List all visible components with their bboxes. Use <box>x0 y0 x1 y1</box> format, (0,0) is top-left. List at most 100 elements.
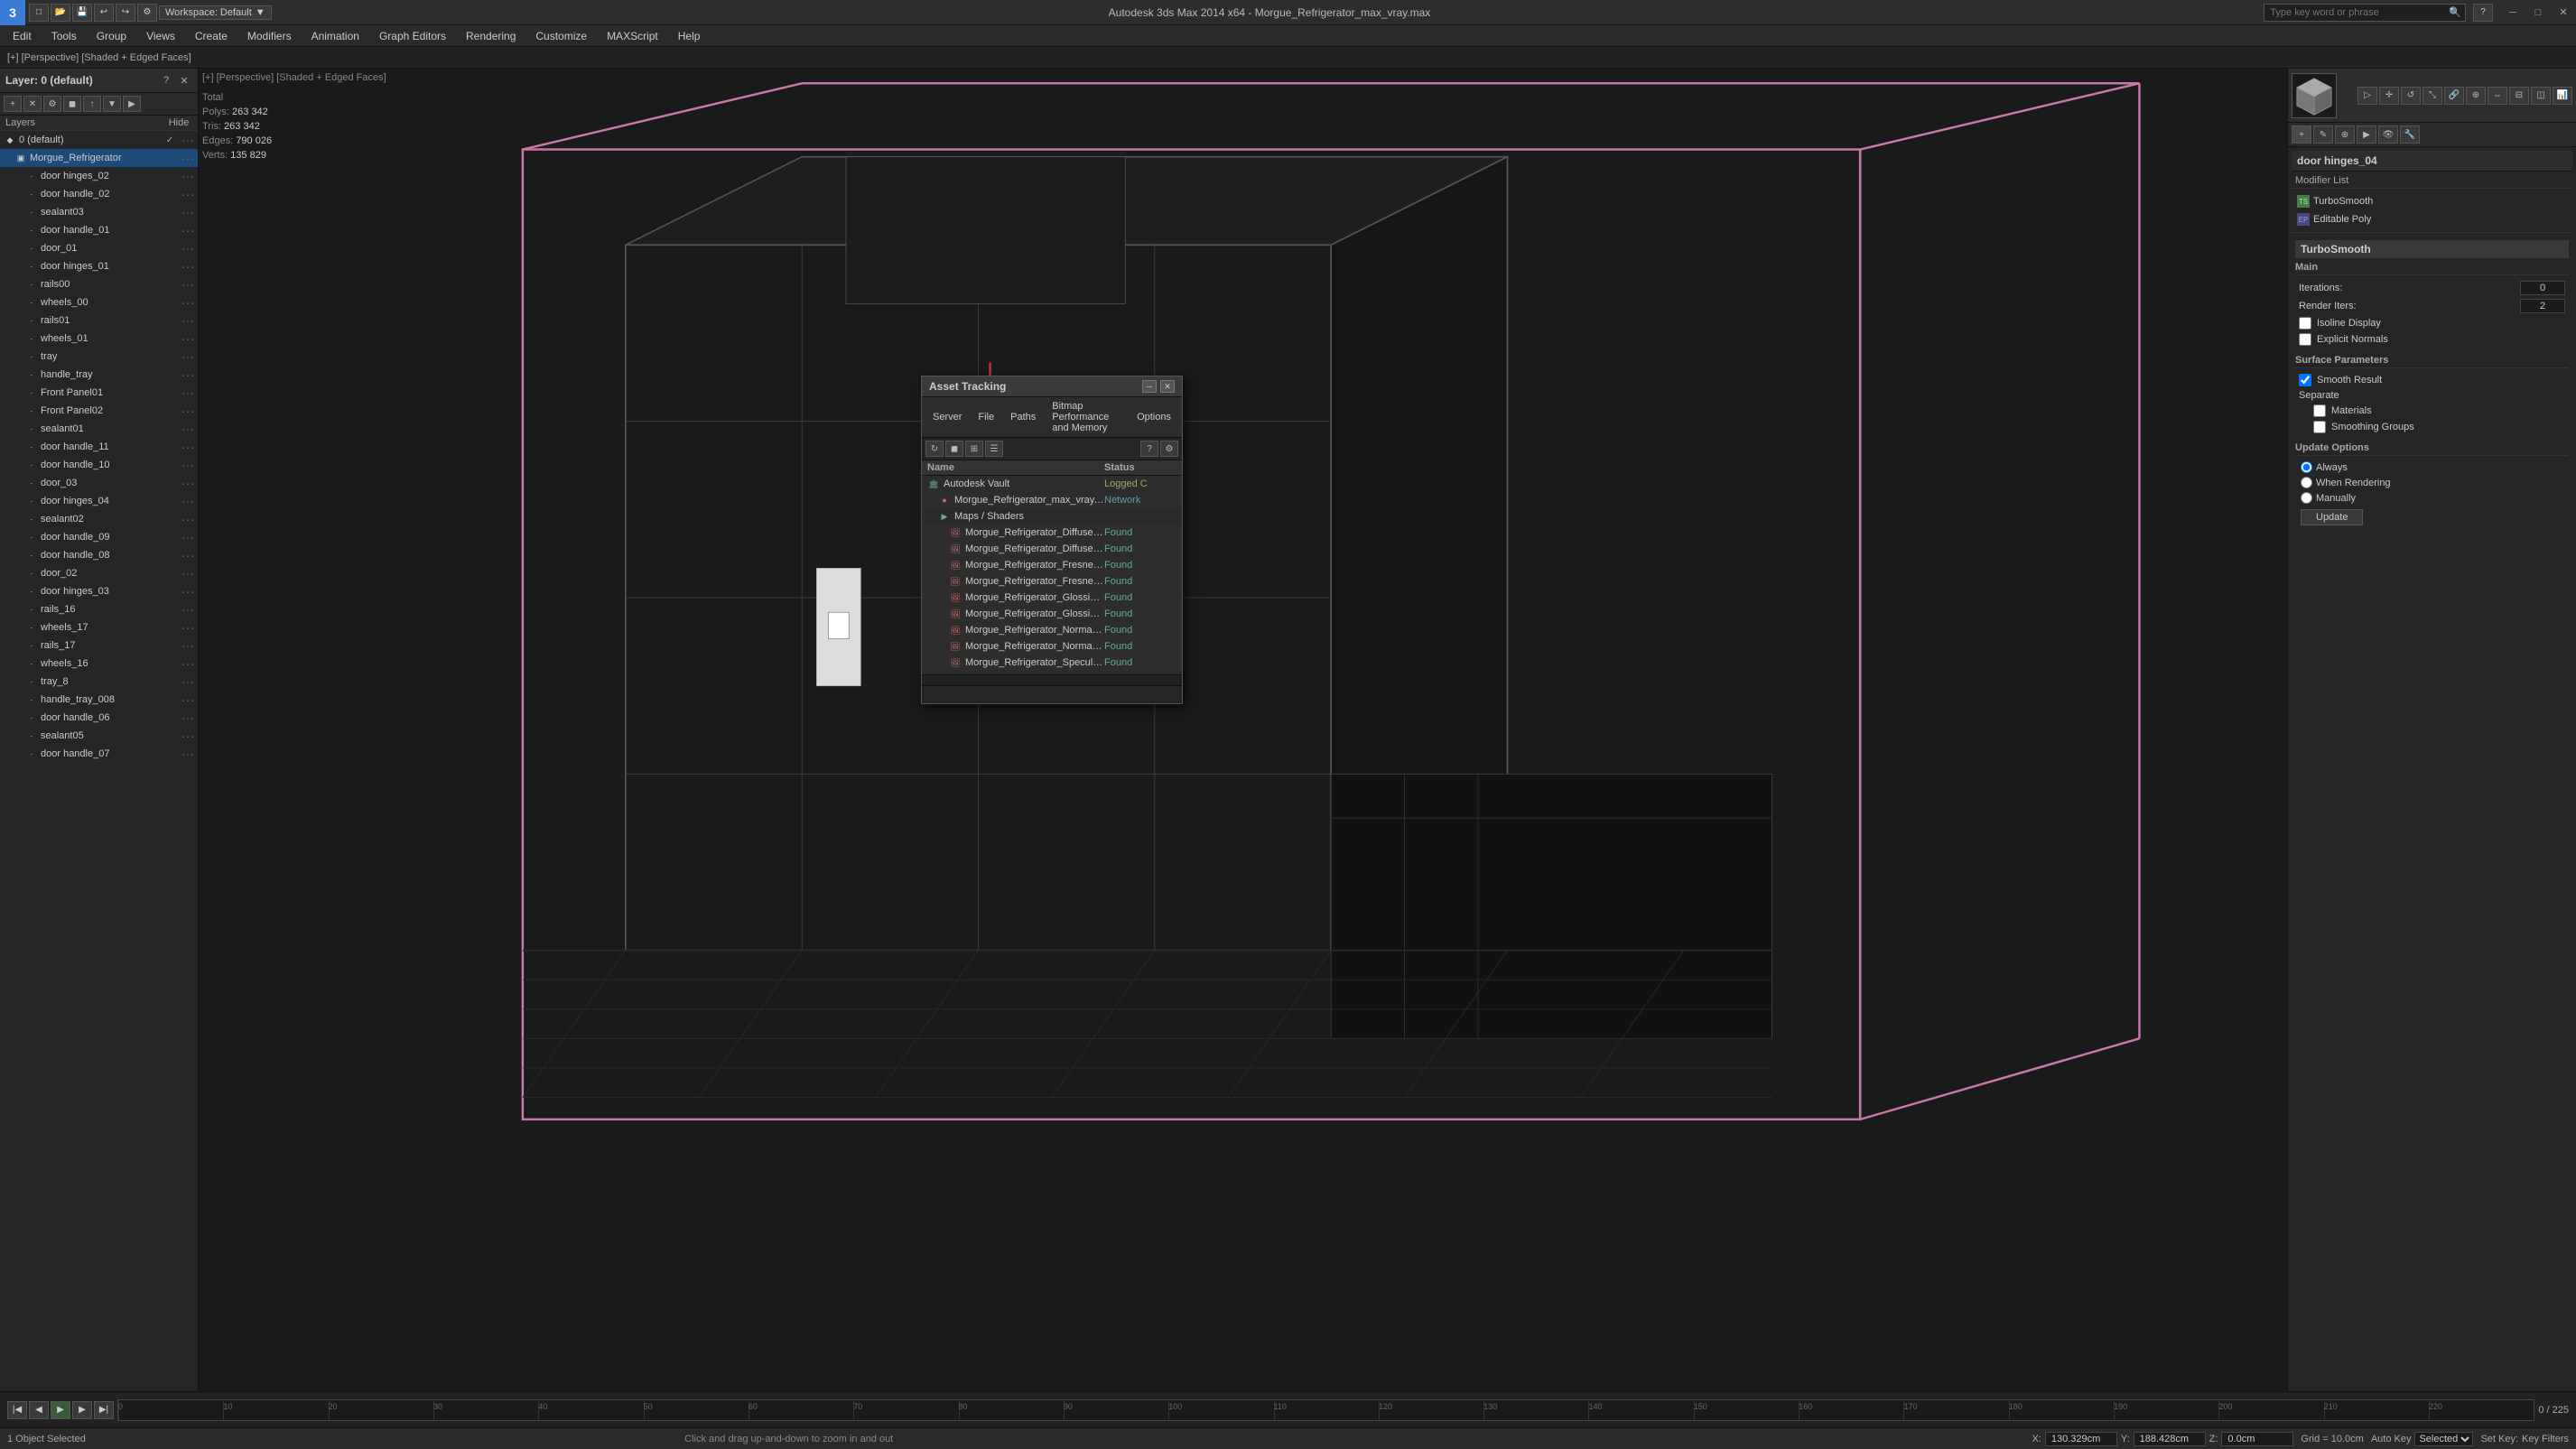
asset-panel-minimize[interactable]: ─ <box>1142 380 1157 393</box>
rp-snap-button[interactable]: ⊕ <box>2466 87 2486 105</box>
rp-link-button[interactable]: 🔗 <box>2444 87 2464 105</box>
asset-list-button[interactable]: ☰ <box>985 441 1003 457</box>
always-radio[interactable] <box>2301 461 2312 473</box>
menu-tools[interactable]: Tools <box>42 28 86 44</box>
x-value[interactable]: 130.329cm <box>2045 1432 2117 1446</box>
asset-row[interactable]: ▶ Maps / Shaders <box>922 508 1182 525</box>
layer-item[interactable]: · rails00 ··· <box>0 275 198 293</box>
search-icon[interactable]: 🔍 <box>2445 6 2465 18</box>
viewport[interactable]: [+] [Perspective] [Shaded + Edged Faces]… <box>199 69 2287 1391</box>
layer-item[interactable]: · door handle_07 ··· <box>0 745 198 763</box>
rp-rotate-button[interactable]: ↺ <box>2401 87 2421 105</box>
asset-row[interactable]: 🖼 Morgue_Refrigerator_Specular.png Found <box>922 655 1182 671</box>
play-button[interactable]: ▶ <box>51 1401 70 1419</box>
layer-item[interactable]: · rails_16 ··· <box>0 600 198 618</box>
asset-menu-options[interactable]: Options <box>1130 410 1178 424</box>
layer-settings-button[interactable]: ⚙ <box>43 96 61 112</box>
rp-utilities-tab[interactable]: 🔧 <box>2400 125 2420 144</box>
menu-graph-editors[interactable]: Graph Editors <box>370 28 455 44</box>
menu-animation[interactable]: Animation <box>302 28 368 44</box>
go-end-button[interactable]: ▶| <box>94 1401 114 1419</box>
z-value[interactable]: 0.0cm <box>2221 1432 2293 1446</box>
asset-row[interactable]: 🖼 Morgue_Refrigerator_Fresnel.png Found <box>922 557 1182 573</box>
asset-row[interactable]: 🖼 Morgue_Refrigerator_Specular_2.png Fou… <box>922 671 1182 674</box>
layer-select-button[interactable]: ◼ <box>63 96 81 112</box>
settings-button[interactable]: ⚙ <box>137 4 157 22</box>
open-button[interactable]: 📂 <box>51 4 70 22</box>
update-button[interactable]: Update <box>2301 509 2363 525</box>
iterations-input[interactable] <box>2520 281 2565 295</box>
menu-modifiers[interactable]: Modifiers <box>238 28 301 44</box>
prev-frame-button[interactable]: ◀ <box>29 1401 49 1419</box>
close-button[interactable]: ✕ <box>2551 0 2576 25</box>
asset-row[interactable]: ● Morgue_Refrigerator_max_vray.max Netwo… <box>922 492 1182 508</box>
menu-customize[interactable]: Customize <box>526 28 596 44</box>
layer-item[interactable]: · door hinges_04 ··· <box>0 492 198 510</box>
viewport-cube[interactable] <box>2292 73 2337 118</box>
layer-item[interactable]: · door handle_10 ··· <box>0 456 198 474</box>
rp-hierarchy-tab[interactable]: ⊕ <box>2335 125 2355 144</box>
layer-item[interactable]: · Front Panel01 ··· <box>0 384 198 402</box>
rp-display-tab[interactable]: 👁 <box>2378 125 2398 144</box>
explicit-normals-checkbox[interactable] <box>2299 333 2311 346</box>
rp-move-button[interactable]: ✛ <box>2379 87 2399 105</box>
layer-item[interactable]: · door hinges_02 ··· <box>0 167 198 185</box>
asset-row[interactable]: 🏛 Autodesk Vault Logged C <box>922 476 1182 492</box>
asset-panel-header[interactable]: Asset Tracking ─ ✕ <box>922 376 1182 397</box>
menu-group[interactable]: Group <box>88 28 135 44</box>
new-button[interactable]: □ <box>29 4 49 22</box>
selection-filter[interactable]: Selected All <box>2414 1432 2473 1446</box>
layer-item[interactable]: · sealant05 ··· <box>0 727 198 745</box>
layer-panel-help[interactable]: ? <box>158 72 174 88</box>
menu-rendering[interactable]: Rendering <box>457 28 525 44</box>
modifier-entry-turbosmooth[interactable]: TS TurboSmooth <box>2292 192 2572 210</box>
next-frame-button[interactable]: ▶ <box>72 1401 92 1419</box>
layer-item[interactable]: · door handle_02 ··· <box>0 185 198 203</box>
rp-create-tab[interactable]: + <box>2292 125 2311 144</box>
undo-button[interactable]: ↩ <box>94 4 114 22</box>
layer-new-button[interactable]: + <box>4 96 22 112</box>
asset-refresh-button[interactable]: ↻ <box>925 441 944 457</box>
layer-item[interactable]: · door handle_08 ··· <box>0 546 198 564</box>
layer-item[interactable]: ▣ Morgue_Refrigerator ··· <box>0 149 198 167</box>
layer-item[interactable]: ◆ 0 (default) ✓ ··· <box>0 131 198 149</box>
asset-row[interactable]: 🖼 Morgue_Refrigerator_Normal.png Found <box>922 622 1182 638</box>
asset-scrollbar[interactable] <box>922 674 1182 685</box>
layer-list[interactable]: ◆ 0 (default) ✓ ··· ▣ Morgue_Refrigerato… <box>0 131 198 1391</box>
asset-menu-paths[interactable]: Paths <box>1003 410 1043 424</box>
asset-panel-close[interactable]: ✕ <box>1160 380 1175 393</box>
layer-item[interactable]: · door handle_06 ··· <box>0 709 198 727</box>
menu-edit[interactable]: Edit <box>4 28 41 44</box>
rp-motion-tab[interactable]: ▶ <box>2357 125 2376 144</box>
smoothing-groups-checkbox[interactable] <box>2313 421 2326 433</box>
layer-panel-close[interactable]: ✕ <box>176 72 192 88</box>
layer-item[interactable]: · wheels_17 ··· <box>0 618 198 636</box>
layer-item[interactable]: · rails_17 ··· <box>0 636 198 655</box>
minimize-button[interactable]: ─ <box>2500 0 2525 25</box>
asset-menu-file[interactable]: File <box>971 410 1001 424</box>
layer-item[interactable]: · door_02 ··· <box>0 564 198 582</box>
asset-list[interactable]: 🏛 Autodesk Vault Logged C ● Morgue_Refri… <box>922 476 1182 674</box>
manually-radio[interactable] <box>2301 492 2312 504</box>
asset-row[interactable]: 🖼 Morgue_Refrigerator_Glossiness_2.png F… <box>922 606 1182 622</box>
layer-item[interactable]: · sealant03 ··· <box>0 203 198 221</box>
maximize-button[interactable]: □ <box>2525 0 2551 25</box>
rp-modify-tab[interactable]: ✎ <box>2313 125 2333 144</box>
layer-item[interactable]: · Front Panel02 ··· <box>0 402 198 420</box>
help-button[interactable]: ? <box>2473 4 2493 22</box>
asset-select-button[interactable]: ◼ <box>945 441 963 457</box>
asset-grid-button[interactable]: ⊞ <box>965 441 983 457</box>
asset-row[interactable]: 🖼 Morgue_Refrigerator_Fresnel_2.png Foun… <box>922 573 1182 590</box>
search-input[interactable] <box>2264 7 2445 18</box>
layer-item[interactable]: · door_03 ··· <box>0 474 198 492</box>
layer-item[interactable]: · door hinges_01 ··· <box>0 257 198 275</box>
layer-item[interactable]: · door handle_01 ··· <box>0 221 198 239</box>
menu-maxscript[interactable]: MAXScript <box>598 28 667 44</box>
workspace-selector[interactable]: Workspace: Default ▼ <box>159 5 272 20</box>
timeline[interactable]: 0102030405060708090100110120130140150160… <box>117 1399 2534 1421</box>
asset-row[interactable]: 🖼 Morgue_Refrigerator_Diffuse_2.png Foun… <box>922 541 1182 557</box>
menu-views[interactable]: Views <box>137 28 184 44</box>
layer-item[interactable]: · door handle_11 ··· <box>0 438 198 456</box>
rp-layer-button[interactable]: ◫ <box>2531 87 2551 105</box>
layer-item[interactable]: · door_01 ··· <box>0 239 198 257</box>
